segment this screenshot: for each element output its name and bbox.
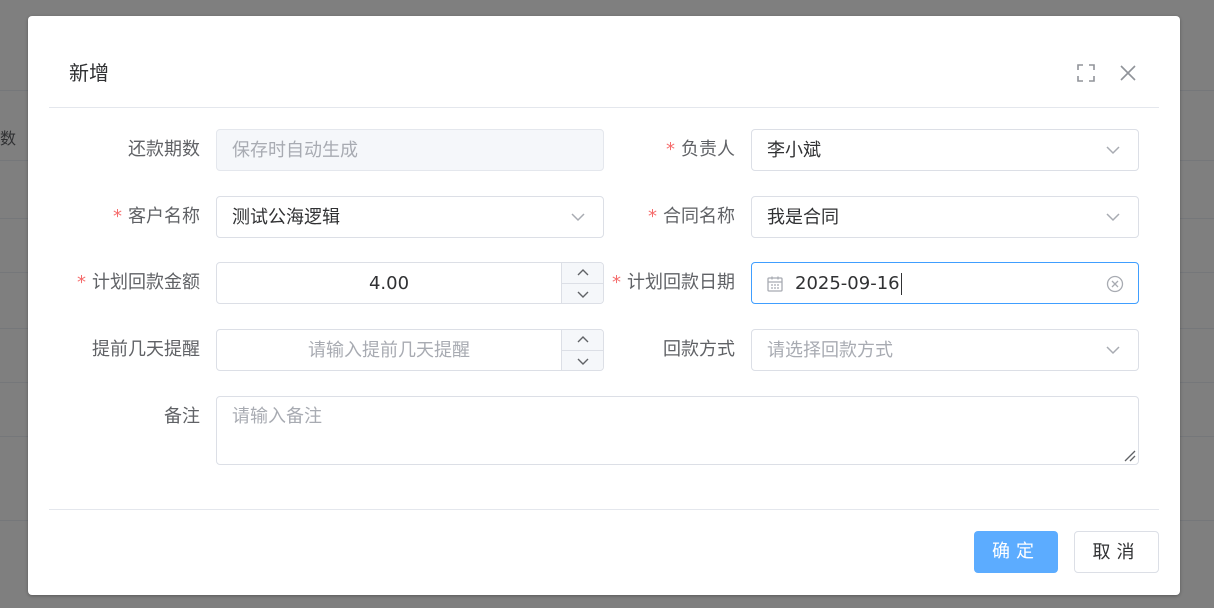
period-label: 还款期数: [128, 139, 200, 160]
resize-handle-icon[interactable]: [1122, 448, 1136, 462]
remark-textarea[interactable]: 请输入备注: [216, 396, 1139, 465]
date-picker[interactable]: 2025-09-16: [751, 262, 1139, 304]
contract-value: 我是合同: [767, 207, 839, 228]
chevron-down-icon: [571, 213, 585, 222]
remind-label: 提前几天提醒: [92, 339, 200, 360]
close-button[interactable]: [1115, 60, 1141, 86]
footer-divider: [49, 509, 1159, 510]
contract-label: * 合同名称: [648, 206, 735, 227]
close-icon: [1120, 65, 1136, 81]
chevron-up-icon: [577, 269, 588, 276]
date-label: * 计划回款日期: [612, 272, 735, 293]
customer-select[interactable]: 测试公海逻辑: [216, 196, 604, 238]
chevron-down-icon: [577, 291, 588, 298]
amount-value[interactable]: 4.00: [217, 263, 561, 305]
method-label: 回款方式: [663, 339, 735, 360]
dialog-title: 新增: [69, 61, 109, 85]
chevron-down-icon: [1106, 213, 1120, 222]
header-divider: [49, 107, 1159, 108]
owner-value: 李小斌: [767, 140, 821, 161]
chevron-down-icon: [577, 358, 588, 365]
date-value[interactable]: 2025-09-16: [795, 263, 902, 305]
chevron-down-icon: [1106, 346, 1120, 355]
amount-label: * 计划回款金额: [77, 272, 200, 293]
add-dialog: 新增 还款期数 保存时自动生成 * 负责人 李小斌 * 客户名称 测试公海逻辑 * 合…: [28, 16, 1180, 595]
cancel-button[interactable]: 取消: [1074, 531, 1159, 573]
text-cursor: [900, 273, 902, 295]
clear-icon[interactable]: [1106, 275, 1124, 293]
confirm-button[interactable]: 确定: [974, 531, 1058, 573]
period-input: 保存时自动生成: [216, 129, 604, 171]
customer-label: * 客户名称: [113, 206, 200, 227]
customer-value: 测试公海逻辑: [232, 207, 340, 228]
chevron-up-icon: [577, 336, 588, 343]
remark-placeholder: 请输入备注: [232, 406, 322, 427]
chevron-down-icon: [1106, 146, 1120, 155]
fullscreen-icon: [1077, 64, 1095, 82]
method-placeholder: 请选择回款方式: [767, 340, 893, 361]
contract-select[interactable]: 我是合同: [751, 196, 1139, 238]
remind-placeholder[interactable]: 请输入提前几天提醒: [217, 330, 561, 372]
owner-label: * 负责人: [666, 139, 735, 160]
calendar-icon: [767, 276, 783, 292]
maximize-button[interactable]: [1073, 60, 1099, 86]
method-select[interactable]: 请选择回款方式: [751, 329, 1139, 371]
remark-label: 备注: [164, 406, 200, 427]
amount-number-input[interactable]: 4.00: [216, 262, 604, 304]
remind-number-input[interactable]: 请输入提前几天提醒: [216, 329, 604, 371]
owner-select[interactable]: 李小斌: [751, 129, 1139, 171]
period-placeholder: 保存时自动生成: [232, 140, 358, 161]
